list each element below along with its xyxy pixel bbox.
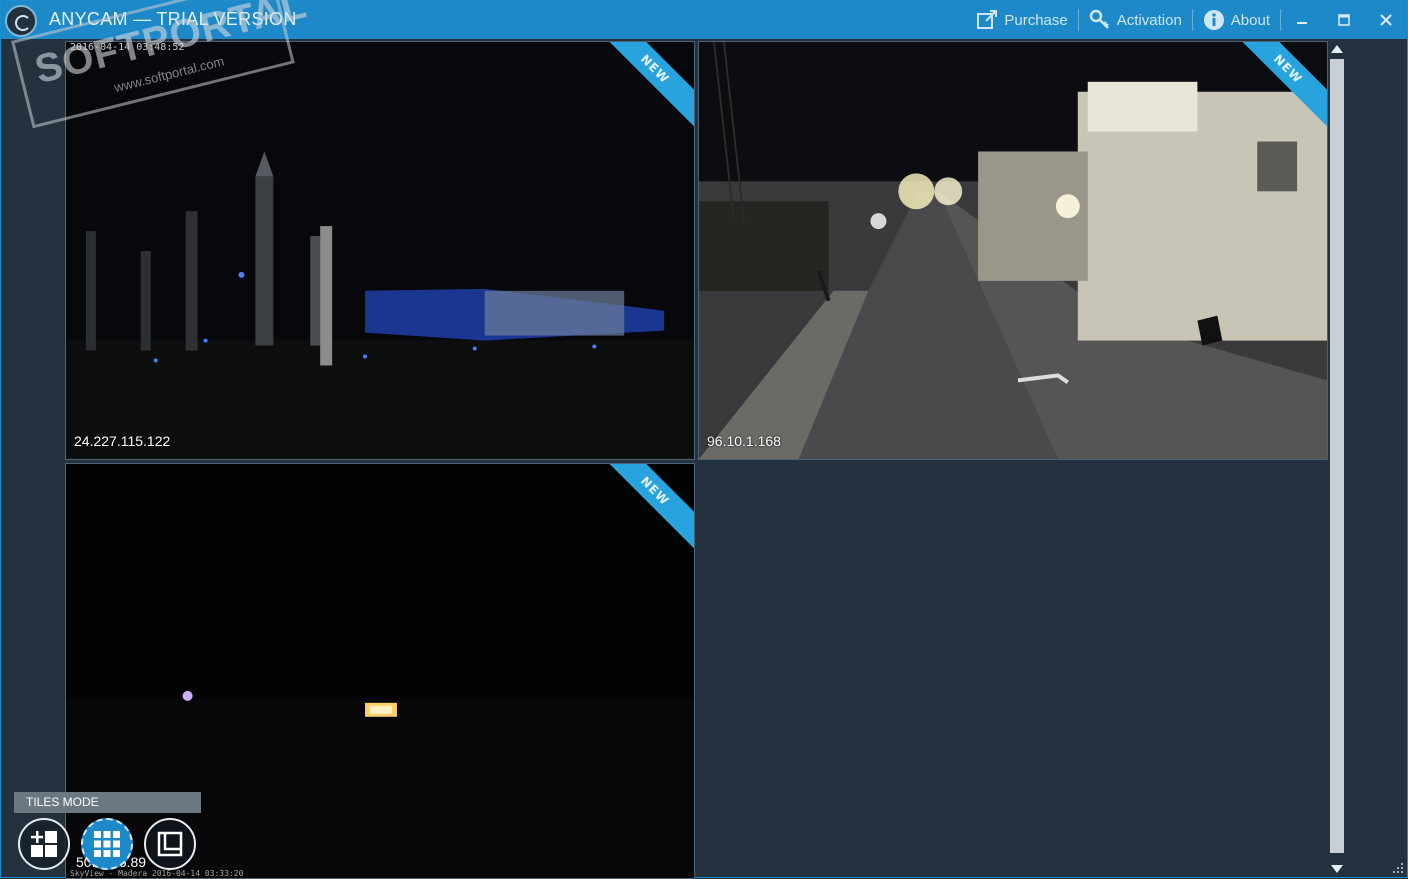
scroll-down-arrow-icon[interactable] bbox=[1331, 865, 1343, 873]
grid-icon bbox=[94, 831, 120, 857]
mode-label: TILES MODE bbox=[14, 792, 201, 813]
tiles-mode-button[interactable] bbox=[81, 818, 133, 870]
camera-tile-1[interactable]: 2016-04-14 03:48:52 NEW 24.227.115.122 bbox=[65, 41, 695, 460]
activation-label: Activation bbox=[1116, 11, 1182, 29]
purchase-button[interactable]: Purchase bbox=[966, 1, 1077, 39]
maximize-icon bbox=[1338, 14, 1350, 26]
minimize-button[interactable] bbox=[1281, 1, 1323, 39]
add-camera-button[interactable] bbox=[18, 818, 70, 870]
add-tiles-icon bbox=[31, 831, 57, 857]
close-icon bbox=[1380, 14, 1392, 26]
purchase-label: Purchase bbox=[1004, 11, 1068, 29]
activation-button[interactable]: Activation bbox=[1079, 1, 1192, 39]
scrollbar-thumb[interactable] bbox=[1330, 59, 1344, 853]
anycam-logo-icon bbox=[5, 5, 37, 37]
vertical-scrollbar[interactable] bbox=[1329, 41, 1345, 877]
about-label: About bbox=[1230, 11, 1270, 29]
camera-feed bbox=[66, 464, 694, 878]
camera-feed bbox=[699, 42, 1327, 459]
camera-ip-label: 24.227.115.122 bbox=[74, 433, 171, 449]
about-button[interactable]: About bbox=[1193, 1, 1280, 39]
single-view-icon bbox=[157, 831, 183, 857]
external-link-icon bbox=[976, 9, 998, 31]
maximize-button[interactable] bbox=[1323, 1, 1365, 39]
camera-tile-3[interactable]: NEW 50.·····6.89 SkyView - Madera 2016-0… bbox=[65, 463, 695, 879]
camera-footer-caption: SkyView - Madera 2016-04-14 03:33:20 bbox=[70, 869, 244, 878]
camera-ip-label: 96.10.1.168 bbox=[707, 433, 781, 449]
info-icon bbox=[1203, 9, 1225, 31]
app-window: ANYCAM — TRIAL VERSION Purchase Activati… bbox=[0, 0, 1408, 879]
camera-feed bbox=[66, 42, 694, 459]
minimize-icon bbox=[1297, 22, 1307, 24]
single-view-mode-button[interactable] bbox=[144, 818, 196, 870]
close-button[interactable] bbox=[1365, 1, 1407, 39]
key-icon bbox=[1089, 9, 1111, 31]
camera-tile-2[interactable]: NEW 96.10.1.168 bbox=[698, 41, 1328, 460]
scroll-up-arrow-icon[interactable] bbox=[1331, 45, 1343, 53]
title-bar-actions: Purchase Activation About bbox=[966, 1, 1407, 39]
resize-grip-icon[interactable] bbox=[1389, 859, 1405, 875]
